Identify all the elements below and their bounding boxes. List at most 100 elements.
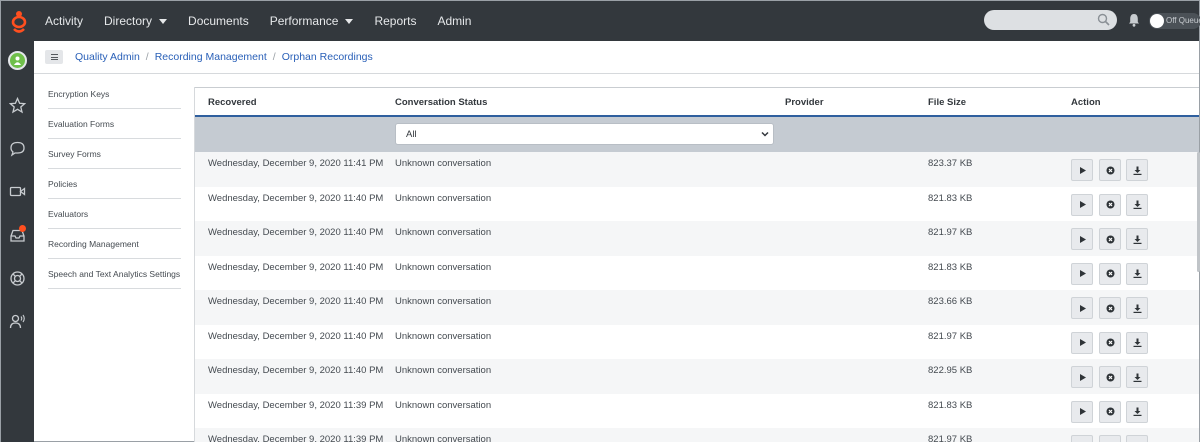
close-circle-icon [1106,304,1114,312]
nav-item-label: Reports [374,14,417,28]
cell-conversation-status: Unknown conversation [395,330,492,342]
cell-file-size: 821.83 KB [928,399,973,411]
column-header-provider[interactable]: Provider [785,97,824,108]
cell-conversation-status: Unknown conversation [395,261,492,273]
breadcrumb-recording-management[interactable]: Recording Management [155,51,267,63]
play-button[interactable] [1071,297,1093,319]
side-item-evaluation-forms[interactable]: Evaluation Forms [48,109,181,139]
play-button[interactable] [1071,159,1093,181]
cell-file-size: 821.97 KB [928,330,973,342]
download-button[interactable] [1126,159,1148,181]
nav-item-documents[interactable]: Documents [188,14,249,28]
download-button[interactable] [1126,262,1148,285]
nav-item-directory[interactable]: Directory [104,14,168,28]
side-item-survey-forms[interactable]: Survey Forms [48,139,181,169]
column-header-recovered[interactable]: Recovered [208,97,257,108]
chat-icon[interactable] [9,140,26,157]
close-circle-icon [1106,407,1114,416]
play-icon [1079,270,1086,277]
play-button[interactable] [1071,228,1093,250]
video-icon[interactable] [9,183,26,200]
play-icon [1079,235,1086,243]
close-circle-button[interactable] [1099,228,1121,250]
star-icon[interactable] [9,97,26,114]
play-button[interactable] [1071,400,1093,423]
cell-file-size: 823.37 KB [928,158,973,169]
table-row: Wednesday, December 9, 2020 11:39 PM Unkn… [195,394,1199,429]
play-button[interactable] [1071,331,1093,354]
close-circle-button[interactable] [1099,262,1121,285]
download-button[interactable] [1126,331,1148,354]
column-header-conversation-status[interactable]: Conversation Status [395,97,487,108]
cell-conversation-status: Unknown conversation [395,365,492,376]
conversation-status-filter-select[interactable]: All [395,123,774,145]
table-row: Wednesday, December 9, 2020 11:39 PM Unkn… [195,428,1199,442]
play-icon [1079,166,1086,174]
close-circle-icon [1106,166,1114,174]
download-icon [1133,304,1141,313]
download-button[interactable] [1126,400,1148,423]
close-circle-button[interactable] [1099,193,1121,216]
notification-badge [19,225,26,232]
cell-recovered: Wednesday, December 9, 2020 11:39 PM [208,399,384,411]
close-circle-icon [1106,338,1114,347]
nav-item-activity[interactable]: Activity [45,14,83,28]
side-item-encryption-keys[interactable]: Encryption Keys [48,79,181,109]
nav-item-label: Documents [188,14,249,28]
avatar[interactable] [8,51,27,70]
breadcrumb-orphan-recordings[interactable]: Orphan Recordings [282,51,373,63]
nav-item-performance[interactable]: Performance [270,14,354,28]
search-input[interactable] [984,10,1117,30]
play-icon [1079,304,1086,312]
lifebuoy-icon[interactable] [9,270,26,287]
cell-conversation-status: Unknown conversation [395,192,492,204]
table-row: Wednesday, December 9, 2020 11:40 PM Unkn… [195,290,1199,325]
play-button[interactable] [1071,435,1093,442]
side-item-policies[interactable]: Policies [48,169,181,199]
table-row: Wednesday, December 9, 2020 11:40 PM Unkn… [195,221,1199,256]
download-icon [1133,373,1141,382]
breadcrumb-quality-admin[interactable]: Quality Admin [75,51,140,63]
cell-file-size: 821.97 KB [928,434,973,442]
download-button[interactable] [1126,435,1148,442]
cell-file-size: 821.83 KB [928,192,973,204]
breadcrumb-separator: / [272,51,276,63]
play-button[interactable] [1071,262,1093,285]
download-button[interactable] [1126,366,1148,388]
genesys-logo-icon[interactable] [8,9,30,33]
close-circle-button[interactable] [1099,159,1121,181]
cell-recovered: Wednesday, December 9, 2020 11:40 PM [208,330,384,342]
close-circle-button[interactable] [1099,297,1121,319]
search-icon[interactable] [1097,13,1110,26]
close-circle-button[interactable] [1099,400,1121,423]
queue-status-toggle[interactable]: Off Queue [1149,13,1200,29]
play-button[interactable] [1071,366,1093,388]
nav-item-label: Directory [104,14,153,28]
download-icon [1133,407,1141,416]
person-voice-icon[interactable] [9,313,26,330]
table-row: Wednesday, December 9, 2020 11:40 PM Unkn… [195,187,1199,222]
download-button[interactable] [1126,297,1148,319]
nav-item-label: Activity [45,14,84,28]
side-item-evaluators[interactable]: Evaluators [48,199,181,229]
side-item-speech-text-analytics[interactable]: Speech and Text Analytics Settings [48,259,181,289]
close-circle-icon [1106,269,1114,278]
side-item-recording-management[interactable]: Recording Management [48,229,181,259]
notifications-bell-icon[interactable] [1128,13,1140,27]
table-row: Wednesday, December 9, 2020 11:41 PM Unkn… [195,152,1199,187]
table-header: Recovered Conversation Status Provider F… [195,87,1199,117]
play-button[interactable] [1071,193,1093,216]
close-circle-button[interactable] [1099,435,1121,442]
column-header-file-size[interactable]: File Size [928,97,966,108]
download-button[interactable] [1126,228,1148,250]
close-circle-button[interactable] [1099,331,1121,354]
close-circle-button[interactable] [1099,366,1121,388]
menu-toggle-button[interactable] [45,50,63,64]
person-icon [14,56,21,65]
main-nav: Activity Directory Documents Performance Rep… [45,1,492,41]
table-row: Wednesday, December 9, 2020 11:40 PM Unkn… [195,359,1199,394]
download-button[interactable] [1126,193,1148,216]
nav-item-admin[interactable]: Admin [437,14,471,28]
cell-conversation-status: Unknown conversation [395,158,492,169]
nav-item-reports[interactable]: Reports [374,14,416,28]
